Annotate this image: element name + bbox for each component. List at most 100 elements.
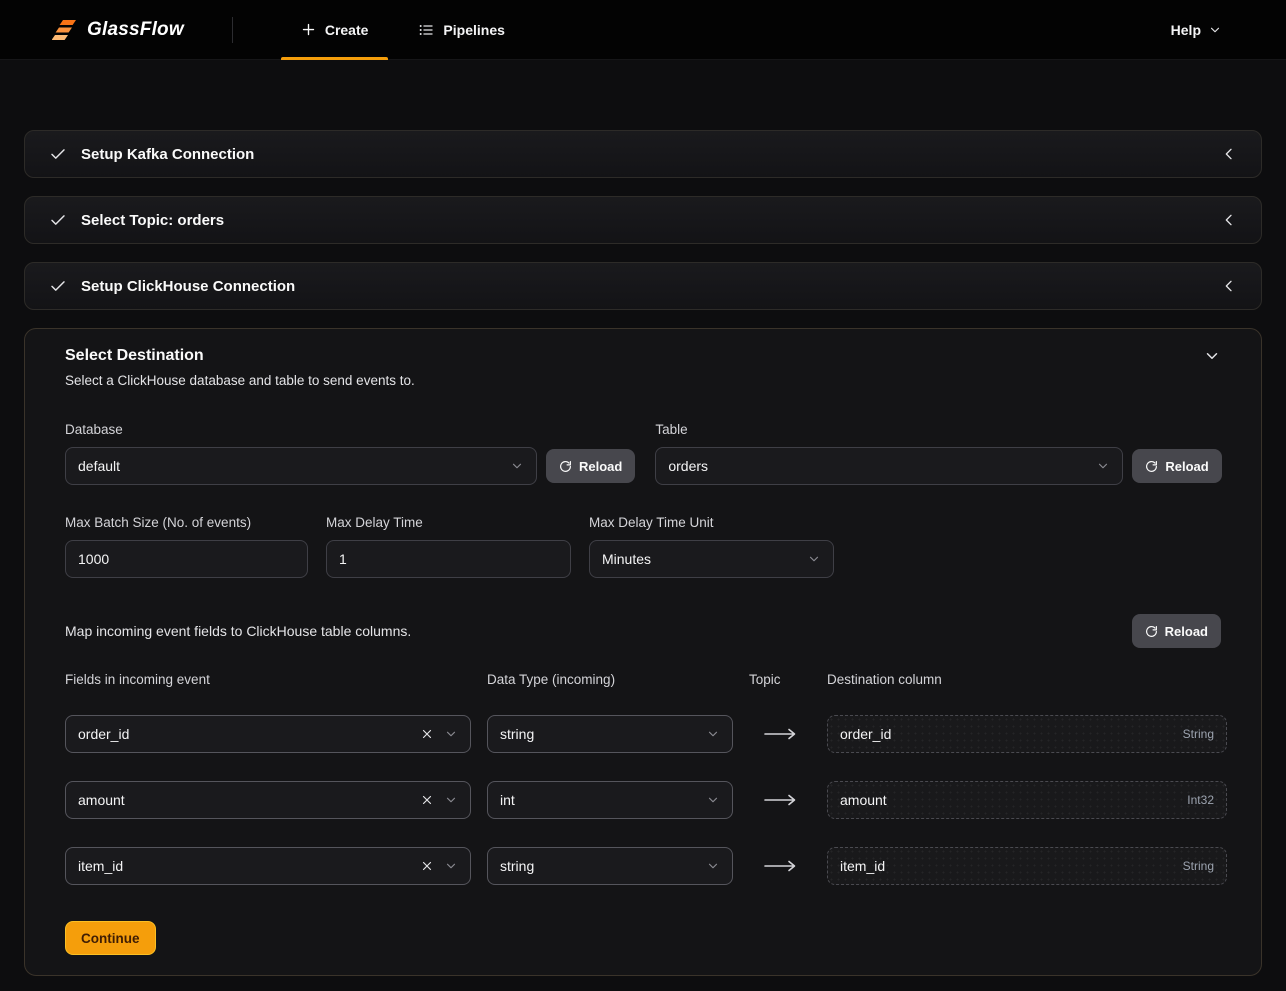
plus-icon (301, 22, 316, 37)
refresh-icon (1145, 460, 1158, 473)
chevron-down-icon (706, 793, 720, 807)
column-header-topic: Topic (749, 672, 811, 687)
main-tabs: Create Pipelines (281, 0, 535, 60)
chevron-down-icon (444, 727, 458, 741)
arrow-right-icon (749, 793, 811, 807)
brand[interactable]: GlassFlow (52, 18, 184, 42)
brand-name: GlassFlow (87, 19, 184, 41)
destination-name: order_id (840, 726, 891, 742)
mapping-description: Map incoming event fields to ClickHouse … (65, 623, 411, 639)
refresh-icon (1145, 625, 1158, 638)
batch-delay-row: Max Batch Size (No. of events) Max Delay… (65, 515, 1221, 578)
destination-column-row-2: amount Int32 (827, 781, 1227, 819)
max-batch-size-input[interactable] (65, 540, 308, 578)
chevron-down-icon (444, 793, 458, 807)
chevron-left-icon[interactable] (1221, 212, 1237, 228)
refresh-icon (559, 460, 572, 473)
close-icon[interactable] (420, 793, 434, 807)
field-select-row-1[interactable]: order_id (65, 715, 471, 753)
destination-type: Int32 (1187, 793, 1214, 807)
section-setup-clickhouse-connection[interactable]: Setup ClickHouse Connection (24, 262, 1262, 310)
chevron-down-icon (510, 459, 524, 473)
database-table-row: Database default Reload (65, 422, 1221, 485)
section-title: Setup ClickHouse Connection (81, 278, 295, 295)
datatype-select-row-3[interactable]: string (487, 847, 733, 885)
select-destination-header[interactable]: Select Destination (65, 347, 1221, 365)
chevron-left-icon[interactable] (1221, 278, 1237, 294)
section-select-topic[interactable]: Select Topic: orders (24, 196, 1262, 244)
list-icon (418, 22, 434, 38)
max-delay-unit-label: Max Delay Time Unit (589, 515, 834, 530)
tab-pipelines-label: Pipelines (443, 22, 504, 38)
chevron-down-icon[interactable] (1203, 347, 1221, 365)
continue-button[interactable]: Continue (65, 921, 156, 955)
table-value: orders (668, 458, 708, 474)
section-select-destination: Select Destination Select a ClickHouse d… (24, 328, 1262, 976)
chevron-down-icon (706, 727, 720, 741)
table-reload-button[interactable]: Reload (1132, 449, 1221, 483)
chevron-down-icon (444, 859, 458, 873)
max-delay-unit-group: Max Delay Time Unit Minutes (589, 515, 834, 578)
tab-create-label: Create (325, 22, 369, 38)
field-value: item_id (78, 858, 123, 874)
table-group: Table orders Reload (655, 422, 1221, 485)
chevron-down-icon (706, 859, 720, 873)
column-header-destination: Destination column (827, 672, 1227, 687)
max-delay-time-input[interactable] (326, 540, 571, 578)
check-icon (49, 211, 67, 229)
destination-type: String (1183, 727, 1214, 741)
max-batch-size-label: Max Batch Size (No. of events) (65, 515, 308, 530)
help-menu[interactable]: Help (1171, 22, 1222, 38)
max-delay-unit-select[interactable]: Minutes (589, 540, 834, 578)
glassflow-logo-icon (52, 18, 78, 42)
table-label: Table (655, 422, 1221, 437)
field-value: order_id (78, 726, 129, 742)
section-title: Setup Kafka Connection (81, 146, 254, 163)
database-reload-button[interactable]: Reload (546, 449, 635, 483)
column-header-fields: Fields in incoming event (65, 672, 471, 687)
field-mapping-table: Fields in incoming event Data Type (inco… (65, 672, 1221, 885)
chevron-left-icon[interactable] (1221, 146, 1237, 162)
destination-column-row-3: item_id String (827, 847, 1227, 885)
datatype-select-row-1[interactable]: string (487, 715, 733, 753)
destination-column-row-1: order_id String (827, 715, 1227, 753)
max-delay-time-label: Max Delay Time (326, 515, 571, 530)
check-icon (49, 145, 67, 163)
reload-label: Reload (1165, 459, 1208, 474)
max-delay-unit-value: Minutes (602, 551, 651, 567)
column-header-datatype: Data Type (incoming) (487, 672, 733, 687)
check-icon (49, 277, 67, 295)
max-batch-size-group: Max Batch Size (No. of events) (65, 515, 308, 578)
datatype-select-row-2[interactable]: int (487, 781, 733, 819)
reload-label: Reload (579, 459, 622, 474)
close-icon[interactable] (420, 727, 434, 741)
database-select[interactable]: default (65, 447, 537, 485)
tab-create[interactable]: Create (281, 0, 389, 60)
mapping-header-row: Map incoming event fields to ClickHouse … (65, 614, 1221, 648)
destination-type: String (1183, 859, 1214, 873)
page-title: Select Destination (65, 347, 204, 365)
arrow-right-icon (749, 727, 811, 741)
destination-name: amount (840, 792, 887, 808)
chevron-down-icon (807, 552, 821, 566)
field-select-row-2[interactable]: amount (65, 781, 471, 819)
field-select-row-3[interactable]: item_id (65, 847, 471, 885)
section-setup-kafka-connection[interactable]: Setup Kafka Connection (24, 130, 1262, 178)
chevron-down-icon (1096, 459, 1110, 473)
datatype-value: string (500, 726, 534, 742)
database-group: Database default Reload (65, 422, 635, 485)
tab-pipelines[interactable]: Pipelines (398, 0, 524, 60)
max-delay-time-group: Max Delay Time (326, 515, 571, 578)
mapping-reload-button[interactable]: Reload (1132, 614, 1221, 648)
reload-label: Reload (1165, 624, 1208, 639)
datatype-value: string (500, 858, 534, 874)
close-icon[interactable] (420, 859, 434, 873)
top-navbar: GlassFlow Create Pipelines Help (0, 0, 1286, 60)
arrow-right-icon (749, 859, 811, 873)
table-select[interactable]: orders (655, 447, 1123, 485)
destination-name: item_id (840, 858, 885, 874)
database-value: default (78, 458, 120, 474)
field-value: amount (78, 792, 125, 808)
database-label: Database (65, 422, 635, 437)
chevron-down-icon (1208, 23, 1222, 37)
